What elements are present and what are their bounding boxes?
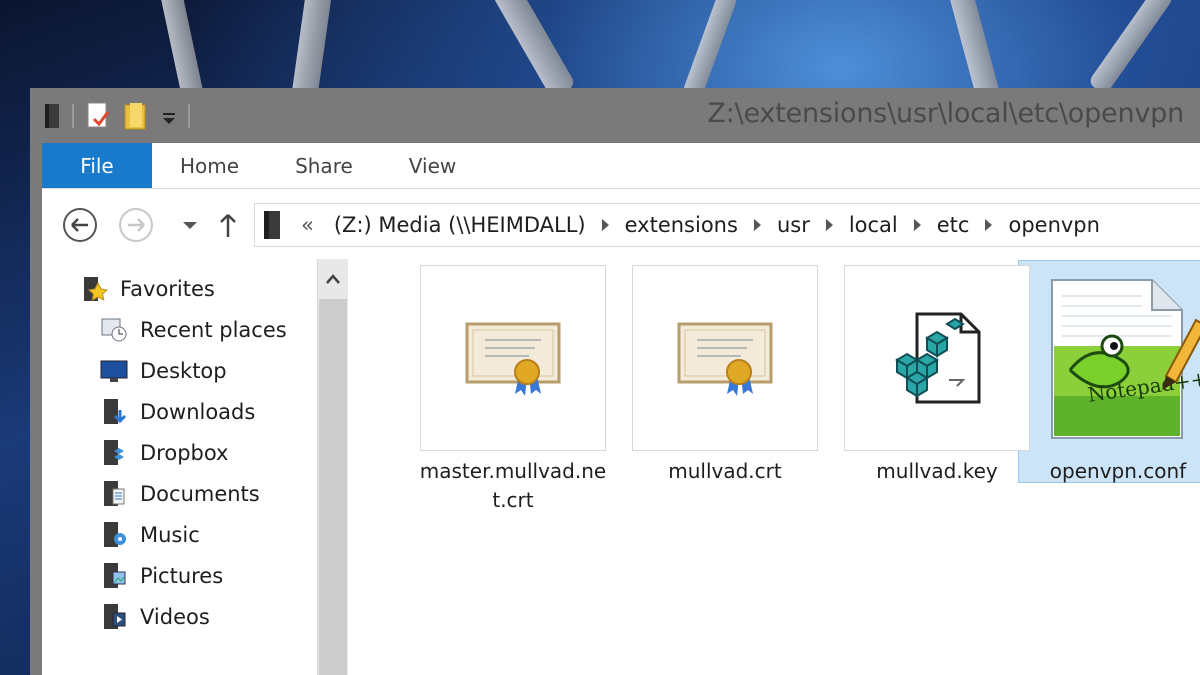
breadcrumb-overflow[interactable]: «: [285, 213, 322, 237]
file-thumbnail: [844, 265, 1030, 451]
file-item[interactable]: mullvad.crt: [631, 265, 819, 486]
new-folder-icon[interactable]: [122, 101, 150, 131]
navigation-pane: Favorites Recent places Desktop Download…: [42, 259, 317, 675]
certificate-icon: [677, 322, 773, 396]
file-item[interactable]: master.mullvad.net.crt: [419, 265, 607, 515]
wallpaper-beam: [291, 0, 335, 102]
tab-share[interactable]: Share: [267, 143, 381, 188]
back-button[interactable]: [62, 207, 98, 243]
wallpaper-beam: [943, 0, 1001, 101]
breadcrumb-drive[interactable]: (Z:) Media (\\HEIMDALL): [322, 213, 598, 237]
wallpaper-beam: [681, 0, 739, 101]
sidebar-item-label: Desktop: [140, 359, 227, 383]
favorites-star-icon: [80, 275, 109, 303]
dropbox-icon: [100, 439, 128, 467]
breadcrumb-separator-icon[interactable]: [913, 219, 921, 231]
file-name: openvpn.conf: [1049, 459, 1187, 483]
sidebar-item-desktop[interactable]: Desktop: [100, 354, 227, 388]
toolbar-separator: [72, 104, 74, 128]
sidebar-item-label: Music: [140, 523, 200, 547]
navigation-bar: « (Z:) Media (\\HEIMDALL) extensions usr…: [42, 189, 1200, 259]
tab-home[interactable]: Home: [152, 143, 267, 188]
file-thumbnail: [420, 265, 606, 451]
breadcrumb-separator-icon[interactable]: [825, 219, 833, 231]
breadcrumb-separator-icon[interactable]: [753, 219, 761, 231]
notepad-plus-plus-icon: Notepad++: [1051, 279, 1200, 439]
ribbon-tabs: File Home Share View: [42, 143, 1200, 189]
wallpaper-beam: [1087, 0, 1175, 96]
window-icon: [45, 104, 59, 128]
file-name: mullvad.key: [876, 459, 998, 483]
sidebar-item-downloads[interactable]: Downloads: [100, 395, 255, 429]
file-thumbnail: Notepad++: [1025, 265, 1200, 451]
file-item-selected[interactable]: Notepad++ openvpn.conf: [1024, 265, 1200, 486]
registry-key-icon: [895, 312, 981, 404]
wallpaper-beam: [491, 0, 577, 99]
explorer-window: Z:\extensions\usr\local\etc\openvpn File…: [30, 88, 1200, 675]
sidebar-item-favorites[interactable]: Favorites: [80, 272, 215, 306]
recent-locations-chevron-down-icon[interactable]: [172, 207, 208, 243]
recent-places-icon: [100, 316, 128, 344]
title-bar[interactable]: Z:\extensions\usr\local\etc\openvpn: [30, 88, 1200, 143]
file-thumbnail: [632, 265, 818, 451]
sidebar-item-dropbox[interactable]: Dropbox: [100, 436, 228, 470]
customize-toolbar-icon[interactable]: [160, 101, 178, 131]
sidebar-item-videos[interactable]: Videos: [100, 600, 210, 634]
tab-view[interactable]: View: [381, 143, 484, 188]
breadcrumb-etc[interactable]: etc: [925, 213, 982, 237]
chevron-up-icon: [326, 274, 340, 284]
address-bar[interactable]: « (Z:) Media (\\HEIMDALL) extensions usr…: [254, 203, 1200, 247]
sidebar-item-pictures[interactable]: Pictures: [100, 559, 223, 593]
pictures-icon: [100, 562, 128, 590]
scroll-up-button[interactable]: [318, 259, 348, 299]
file-name: master.mullvad.net.crt: [419, 459, 607, 512]
breadcrumb-openvpn[interactable]: openvpn: [996, 213, 1111, 237]
properties-icon[interactable]: [84, 101, 112, 131]
file-name: mullvad.crt: [668, 459, 782, 483]
videos-icon: [100, 603, 128, 631]
desktop-icon: [100, 357, 128, 385]
breadcrumb-usr[interactable]: usr: [765, 213, 822, 237]
quick-access-toolbar: [42, 100, 190, 132]
explorer-body: Favorites Recent places Desktop Download…: [42, 259, 1200, 675]
sidebar-item-documents[interactable]: Documents: [100, 477, 260, 511]
sidebar-item-label: Videos: [140, 605, 210, 629]
toolbar-separator: [188, 104, 190, 128]
file-item[interactable]: mullvad.key: [843, 265, 1031, 486]
breadcrumb-separator-icon[interactable]: [601, 219, 609, 231]
navigation-pane-scrollbar[interactable]: [317, 259, 348, 675]
sidebar-item-label: Documents: [140, 482, 260, 506]
sidebar-item-label: Recent places: [140, 318, 287, 342]
breadcrumb-extensions[interactable]: extensions: [613, 213, 750, 237]
breadcrumb-local[interactable]: local: [837, 213, 910, 237]
sidebar-item-label: Favorites: [120, 277, 215, 301]
drive-icon: [264, 211, 280, 239]
music-icon: [100, 521, 128, 549]
wallpaper-beam: [157, 0, 205, 101]
breadcrumb-separator-icon[interactable]: [985, 219, 993, 231]
scroll-thumb[interactable]: [319, 299, 347, 675]
tab-file[interactable]: File: [42, 143, 152, 188]
sidebar-item-label: Dropbox: [140, 441, 229, 465]
sidebar-item-music[interactable]: Music: [100, 518, 200, 552]
up-arrow-icon[interactable]: [210, 207, 246, 243]
file-list: master.mullvad.net.crt mullvad.crt mullv…: [348, 259, 1200, 675]
forward-button[interactable]: [118, 207, 154, 243]
window-title: Z:\extensions\usr\local\etc\openvpn: [707, 98, 1184, 129]
documents-icon: [100, 480, 128, 508]
sidebar-item-label: Downloads: [140, 400, 256, 424]
certificate-icon: [465, 322, 561, 396]
sidebar-item-label: Pictures: [140, 564, 224, 588]
sidebar-item-recent-places[interactable]: Recent places: [100, 313, 287, 347]
downloads-icon: [100, 398, 128, 426]
